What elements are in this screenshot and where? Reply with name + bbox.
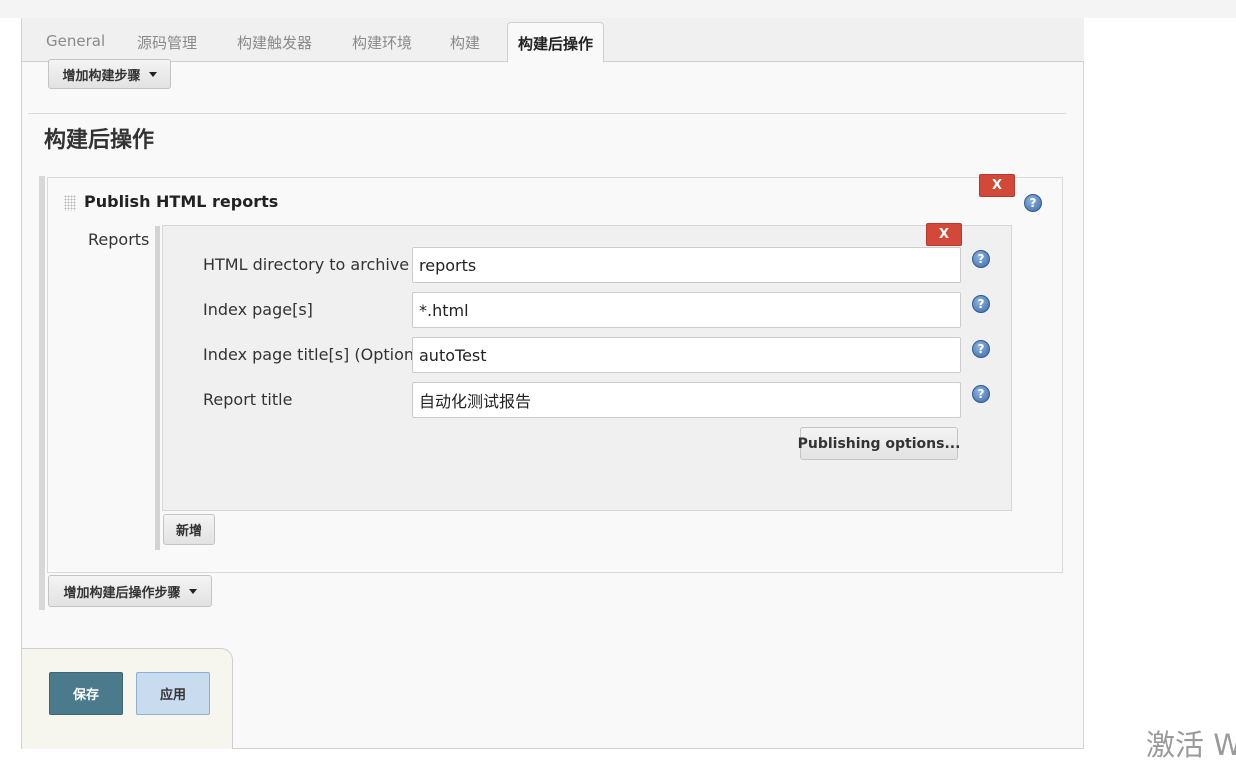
tab-general[interactable]: General [46,32,105,50]
publish-html-reports-box: Publish HTML reports X ? Reports X HTML … [47,174,1063,573]
delete-report-button[interactable]: X [926,223,962,246]
index-pages-input[interactable] [412,292,961,328]
job-config-panel: General 源码管理 构建触发器 构建环境 构建 构建后操作 增加构建步骤 … [21,18,1084,749]
config-tabbar: General 源码管理 构建触发器 构建环境 构建 构建后操作 [22,18,1084,63]
html-directory-input[interactable] [412,247,961,283]
report-title-label: Report title [203,390,293,409]
tab-post-build-actions[interactable]: 构建后操作 [507,22,605,63]
help-icon[interactable]: ? [972,340,990,358]
report-entry-box: X HTML directory to archive ? Index page… [162,223,1012,511]
page-title: 构建后操作 [44,128,155,153]
tab-build[interactable]: 构建 [450,32,480,53]
add-build-step-button[interactable]: 增加构建步骤 [48,59,171,89]
reports-label: Reports [88,230,150,249]
reports-left-bar [155,226,160,550]
top-strip [0,0,1236,18]
add-post-build-step-label: 增加构建后操作步骤 [63,585,181,601]
delete-publisher-button[interactable]: X [979,174,1015,197]
index-page-titles-label: Index page title[s] (Optional) [203,345,435,364]
activation-watermark: 激活 W [1146,728,1236,762]
add-report-button[interactable]: 新增 [163,514,215,545]
help-icon[interactable]: ? [972,385,990,403]
save-button[interactable]: 保存 [49,672,123,715]
caret-down-icon [188,588,197,594]
section-divider [28,113,1066,114]
section-left-bar [39,176,45,610]
tab-build-environment[interactable]: 构建环境 [352,32,412,53]
bottom-sticker: 保存 应用 [22,648,233,749]
publishing-options-button[interactable]: Publishing options... [798,427,960,460]
drag-handle-icon[interactable] [64,195,76,211]
caret-down-icon [148,71,157,77]
tab-build-triggers[interactable]: 构建触发器 [237,32,312,53]
help-icon[interactable]: ? [972,250,990,268]
publisher-title: Publish HTML reports [84,192,279,211]
help-icon[interactable]: ? [1024,194,1042,212]
report-title-input[interactable] [412,382,961,418]
add-post-build-step-button[interactable]: 增加构建后操作步骤 [48,575,212,607]
html-directory-label: HTML directory to archive [203,255,410,274]
index-page-titles-input[interactable] [412,337,961,373]
help-icon[interactable]: ? [972,295,990,313]
add-build-step-label: 增加构建步骤 [62,68,141,84]
tab-source-code[interactable]: 源码管理 [137,32,197,53]
index-pages-label: Index page[s] [203,300,313,319]
apply-button[interactable]: 应用 [136,672,210,715]
